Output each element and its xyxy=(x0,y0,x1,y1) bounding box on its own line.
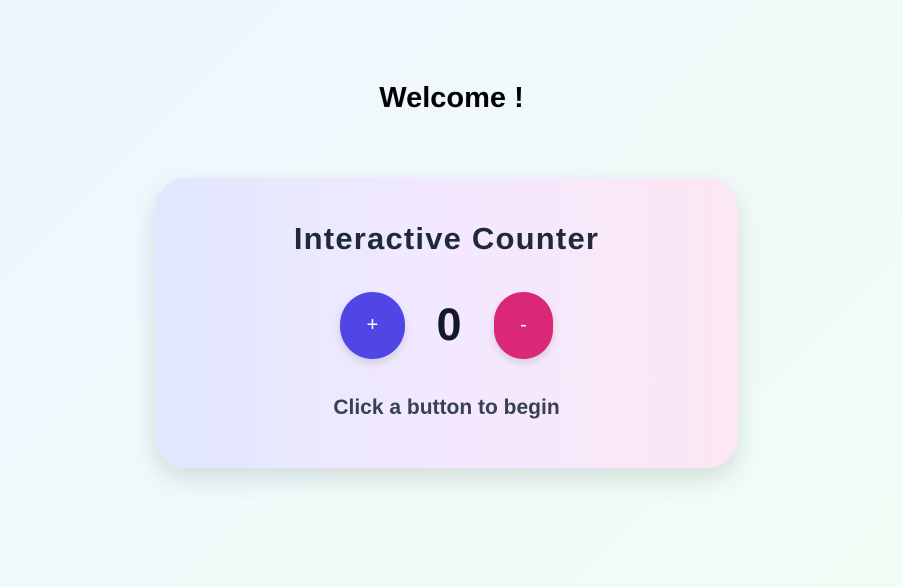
welcome-heading: Welcome ! xyxy=(379,82,524,114)
increment-button[interactable]: + xyxy=(340,292,405,359)
counter-card: Interactive Counter + 0 - Click a button… xyxy=(155,178,738,468)
decrement-button[interactable]: - xyxy=(494,292,553,359)
counter-value: 0 xyxy=(436,299,462,350)
status-text: Click a button to begin xyxy=(333,396,560,419)
counter-title: Interactive Counter xyxy=(293,221,600,256)
